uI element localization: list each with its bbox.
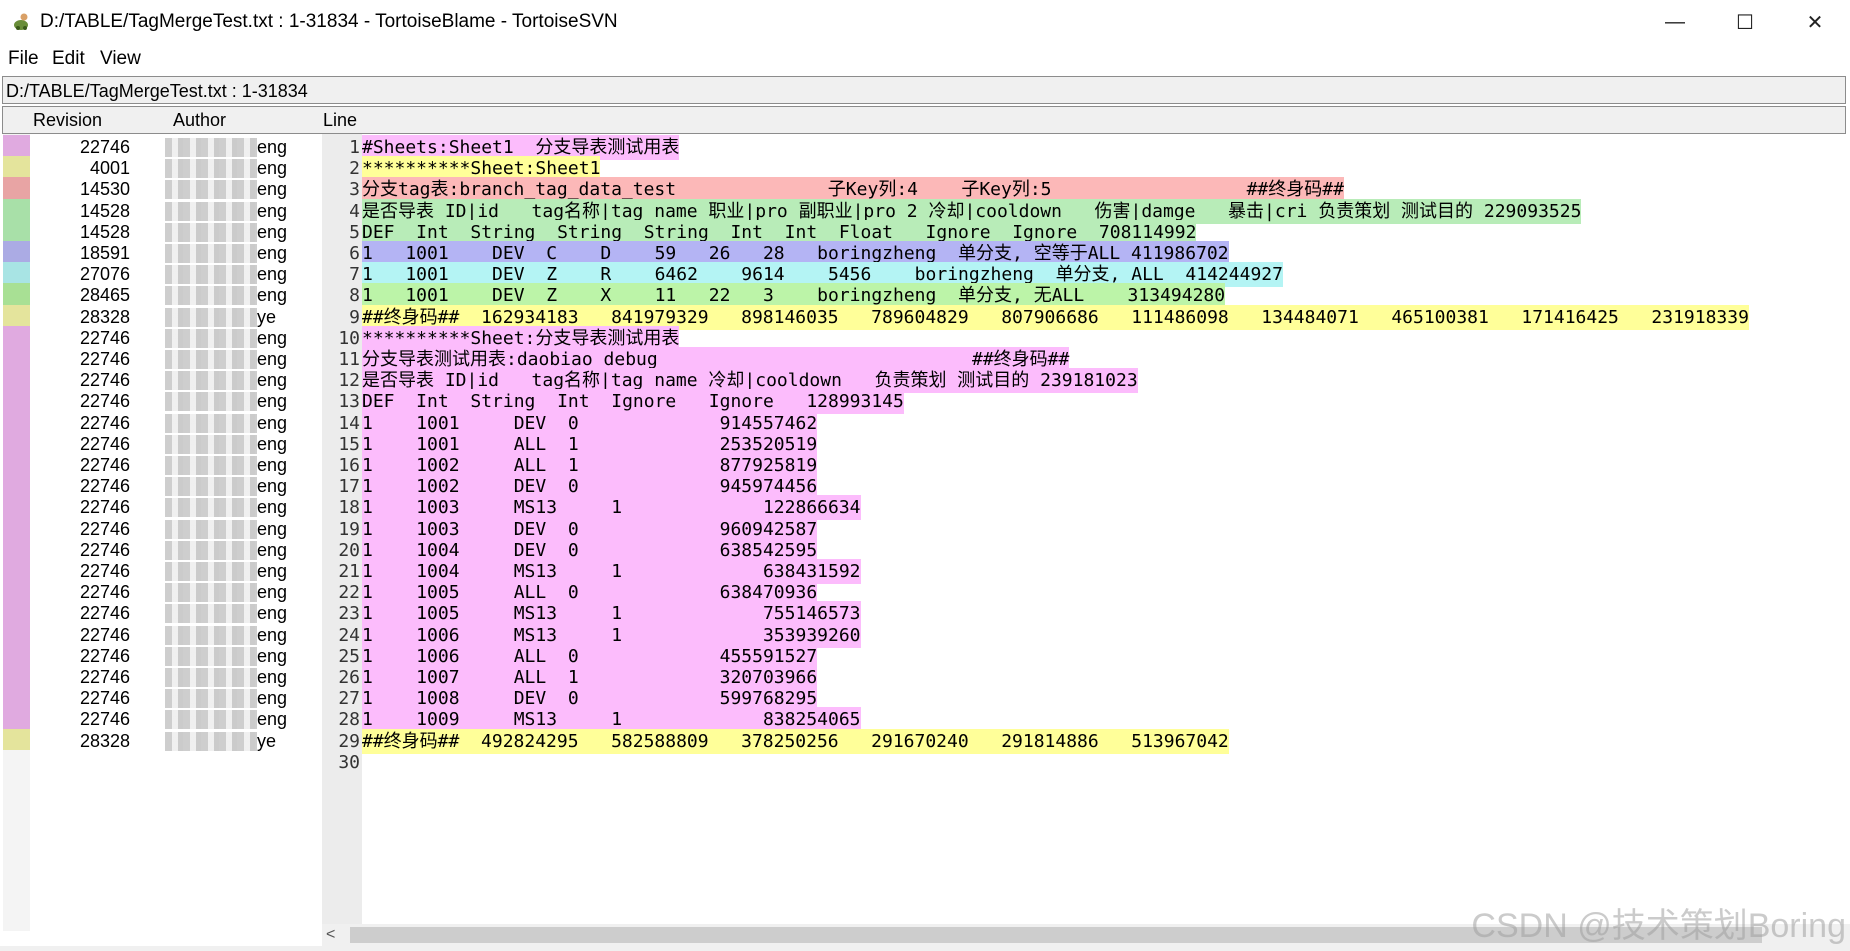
title-bar: D:/TABLE/TagMergeTest.txt : 1-31834 - To…	[0, 0, 1850, 44]
redacted-author-name	[165, 244, 257, 263]
maximize-icon: ☐	[1736, 11, 1754, 34]
code-line[interactable]: ##终身码## 492824295 582588809 378250256 29…	[362, 728, 1229, 754]
close-icon: ✕	[1806, 11, 1824, 34]
revision-color-segment	[3, 580, 30, 602]
revision-color-segment	[3, 559, 30, 581]
revision-color-segment	[3, 728, 30, 751]
redacted-author-name	[165, 583, 257, 603]
redacted-author-name	[165, 604, 257, 624]
author-name-suffix: ye	[257, 730, 277, 751]
revision-color-segment	[3, 389, 30, 412]
redacted-author-name	[165, 265, 257, 285]
line-number: 30	[338, 751, 360, 773]
revision-column-header[interactable]: Revision	[33, 107, 102, 133]
code-area[interactable]: #Sheets:Sheet1 分支导表测试用表 **********Sheet:S…	[362, 134, 1850, 931]
blame-view: 22746 4001 14530 14528 14528 18591 27076 28465 2…	[0, 134, 1850, 931]
revision-color-segment	[3, 495, 30, 518]
minimize-icon: —	[1665, 10, 1685, 33]
minimize-button[interactable]: —	[1640, 0, 1710, 44]
revision-color-segment	[3, 410, 30, 433]
tortoise-icon	[14, 13, 28, 30]
revision-color-strip	[3, 134, 30, 931]
menu-bar: File Edit View	[0, 44, 1850, 74]
redacted-author-name	[165, 540, 257, 560]
revision-color-segment	[3, 219, 30, 242]
revision-color-segment	[3, 665, 30, 687]
revision-color-segment	[3, 177, 30, 200]
scroll-left-icon[interactable]: <	[326, 924, 335, 946]
redacted-author-name	[165, 646, 257, 666]
redacted-author-name	[165, 562, 257, 581]
revision-color-segment	[3, 453, 30, 475]
column-header: Revision Author Line	[2, 106, 1846, 134]
redacted-author-name	[165, 477, 257, 497]
redacted-author-name	[165, 307, 257, 327]
redacted-author-name	[165, 328, 257, 348]
redacted-author-name	[165, 350, 257, 369]
redacted-author-name	[165, 668, 257, 687]
close-button[interactable]: ✕	[1780, 0, 1850, 44]
redacted-author-name	[165, 392, 257, 412]
redacted-author-name	[165, 731, 257, 751]
window-title: D:/TABLE/TagMergeTest.txt : 1-31834 - To…	[40, 11, 618, 32]
revision-color-segment	[3, 516, 30, 539]
revision-color-segment	[3, 643, 30, 666]
revision-color-segment	[3, 304, 30, 327]
line-column-header[interactable]: Line	[323, 107, 357, 133]
revision-color-segment	[3, 262, 30, 284]
revision-cell[interactable]: 28328	[80, 729, 130, 754]
redacted-author-name	[165, 689, 257, 709]
redacted-author-name	[165, 498, 257, 518]
author-cell[interactable]: ye	[165, 729, 295, 754]
redacted-author-name	[165, 625, 257, 645]
redacted-author-name	[165, 519, 257, 539]
revision-color-segment	[3, 198, 30, 221]
line-number-gutter: 1 2 3 4 5 6 7 8 9 10 11 12 13 14 15 16 17 18 19 20 21 22 23 24 2…	[322, 134, 362, 931]
menu-edit[interactable]: Edit	[52, 44, 85, 74]
author-column-header[interactable]: Author	[173, 107, 226, 133]
revision-color-segment	[3, 241, 30, 263]
redacted-author-name	[165, 180, 257, 200]
menu-view[interactable]: View	[100, 44, 141, 74]
redacted-author-name	[165, 286, 257, 306]
revision-color-segment	[3, 601, 30, 624]
redacted-author-name	[165, 371, 257, 391]
revision-color-segment	[3, 707, 30, 730]
revision-color-segment	[3, 325, 30, 348]
revision-color-segment	[3, 686, 30, 708]
redacted-author-name	[165, 434, 257, 454]
revision-color-segment	[3, 368, 30, 390]
maximize-button[interactable]: ☐	[1710, 0, 1780, 44]
menu-file[interactable]: File	[8, 44, 39, 74]
revision-color-segment	[3, 537, 30, 560]
path-bar: D:/TABLE/TagMergeTest.txt : 1-31834	[2, 76, 1846, 104]
redacted-author-name	[165, 413, 257, 433]
revision-color-segment	[3, 283, 30, 306]
watermark: CSDN @技术策划Boring	[1471, 907, 1846, 945]
revision-color-segment	[3, 622, 30, 645]
redacted-author-name	[165, 222, 257, 242]
redacted-author-name	[165, 201, 257, 221]
redacted-author-name	[165, 138, 257, 157]
revision-color-segment	[3, 156, 30, 178]
redacted-author-name	[165, 456, 257, 475]
redacted-author-name	[165, 710, 257, 730]
revision-color-segment	[3, 474, 30, 496]
redacted-author-name	[165, 159, 257, 179]
revision-color-segment	[3, 135, 30, 157]
revision-color-segment	[3, 431, 30, 454]
revision-color-segment	[3, 347, 30, 369]
